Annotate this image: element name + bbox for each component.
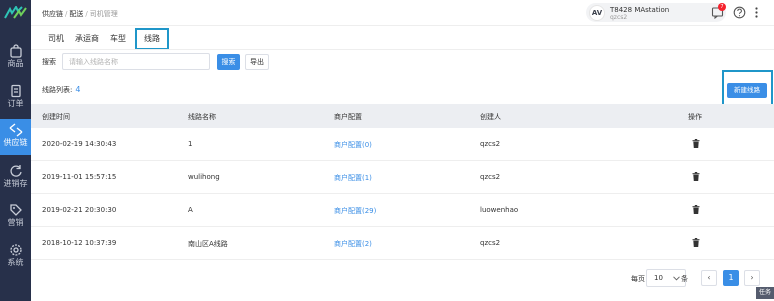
search-input[interactable]: [62, 53, 210, 70]
table-row: 2019-02-21 20:30:30 A 商户配置(29) luowenhao: [31, 194, 774, 227]
help-icon[interactable]: [733, 6, 746, 19]
route-name: 1: [188, 140, 193, 148]
tab-vehicle-type[interactable]: 车型: [110, 30, 126, 48]
sidebar-item-label: 订单: [7, 99, 24, 108]
column-header: 创建时间: [42, 113, 70, 121]
list-title: 线路列表: 4: [42, 85, 80, 95]
breadcrumb-item[interactable]: 配送: [69, 10, 83, 18]
new-route-button[interactable]: 新建线路: [727, 83, 767, 98]
sidebar-item-orders[interactable]: 订单: [0, 80, 31, 116]
brand-logo-icon: [4, 6, 27, 19]
next-page-button[interactable]: ›: [744, 270, 760, 286]
created-time: 2019-11-01 15:57:15: [42, 173, 117, 181]
chevron-down-icon: [673, 276, 680, 281]
page-button-current[interactable]: 1: [723, 270, 739, 286]
merchant-config-link[interactable]: 商户配置(1): [334, 173, 372, 183]
trash-icon[interactable]: [692, 205, 700, 214]
per-page-unit: 条: [681, 275, 688, 283]
notification-badge: 7: [718, 3, 726, 11]
sidebar-item-label: 商品: [7, 59, 24, 68]
merchant-config-link[interactable]: 商户配置(2): [334, 239, 372, 249]
breadcrumb-item[interactable]: 供应链: [42, 10, 63, 18]
avatar: AV: [589, 5, 605, 21]
sidebar-item-marketing[interactable]: 营销: [0, 199, 31, 235]
column-header: 操作: [688, 113, 702, 121]
sidebar-item-label: 营销: [7, 218, 24, 227]
per-page-select[interactable]: 10: [646, 269, 686, 287]
created-time: 2019-02-21 20:30:30: [42, 206, 117, 214]
sidebar: 商品 订单 供应链 进销存 营销 系统: [0, 0, 31, 301]
creator: qzcs2: [480, 173, 501, 181]
table-header: 创建时间 线路名称 商户配置 创建人 操作: [31, 104, 774, 128]
column-header: 商户配置: [334, 113, 362, 121]
list-title-label: 线路列表:: [42, 86, 73, 94]
bag-icon: [9, 44, 22, 58]
creator: luowenhao: [480, 206, 519, 214]
column-header: 线路名称: [188, 113, 216, 121]
merchant-config-link[interactable]: 商户配置(0): [334, 140, 372, 150]
sidebar-item-goods[interactable]: 商品: [0, 40, 31, 76]
route-name: wulihong: [188, 173, 220, 181]
tab-route[interactable]: 线路: [135, 28, 169, 50]
table-row: 2018-10-12 10:37:39 南山区A线路 商户配置(2) qzcs2: [31, 227, 774, 260]
table-row: 2019-11-01 15:57:15 wulihong 商户配置(1) qzc…: [31, 161, 774, 194]
search-button[interactable]: 搜索: [217, 54, 240, 70]
trash-icon[interactable]: [692, 172, 700, 181]
refresh-icon: [9, 165, 22, 177]
breadcrumb-current: 司机管理: [89, 10, 118, 18]
sidebar-item-system[interactable]: 系统: [0, 239, 31, 275]
column-header: 创建人: [480, 113, 501, 121]
sidebar-item-supply-chain[interactable]: 供应链: [0, 119, 31, 155]
table-row: 2020-02-19 14:30:43 1 商户配置(0) qzcs2: [31, 128, 774, 161]
tab-carrier[interactable]: 承运商: [75, 30, 99, 48]
account-name: T8428 MAstation: [610, 6, 670, 14]
trash-icon[interactable]: [692, 238, 700, 247]
account-switcher[interactable]: AV T8428 MAstation qzcs2: [586, 3, 726, 22]
sidebar-item-label: 进销存: [3, 179, 28, 188]
top-header: 供应链 / 配送 / 司机管理 AV T8428 MAstation qzcs2 7: [31, 0, 774, 26]
sidebar-item-label: 供应链: [3, 138, 28, 147]
prev-page-button[interactable]: ‹: [701, 270, 717, 286]
document-icon: [10, 84, 21, 98]
exchange-icon: [9, 123, 22, 137]
creator: qzcs2: [480, 239, 501, 247]
search-label: 搜索: [42, 58, 56, 66]
per-page-label: 每页: [631, 275, 645, 283]
breadcrumb: 供应链 / 配送 / 司机管理: [42, 10, 118, 18]
tab-divider: [31, 49, 774, 50]
sidebar-item-inventory[interactable]: 进销存: [0, 160, 31, 196]
more-icon[interactable]: [750, 6, 763, 19]
creator: qzcs2: [480, 140, 501, 148]
sidebar-item-label: 系统: [7, 258, 24, 267]
route-name: 南山区A线路: [188, 240, 228, 248]
tab-driver[interactable]: 司机: [48, 30, 64, 48]
merchant-config-link[interactable]: 商户配置(29): [334, 206, 376, 216]
export-button[interactable]: 导出: [245, 54, 269, 70]
list-count: 4: [75, 85, 81, 94]
gear-icon: [9, 244, 22, 256]
created-time: 2020-02-19 14:30:43: [42, 140, 117, 148]
trash-icon[interactable]: [692, 139, 700, 148]
per-page-value: 10: [654, 274, 663, 282]
task-button[interactable]: 任务: [756, 287, 774, 299]
tag-icon: [9, 204, 22, 216]
route-name: A: [188, 206, 193, 214]
account-sub: qzcs2: [610, 14, 628, 21]
created-time: 2018-10-12 10:37:39: [42, 239, 117, 247]
